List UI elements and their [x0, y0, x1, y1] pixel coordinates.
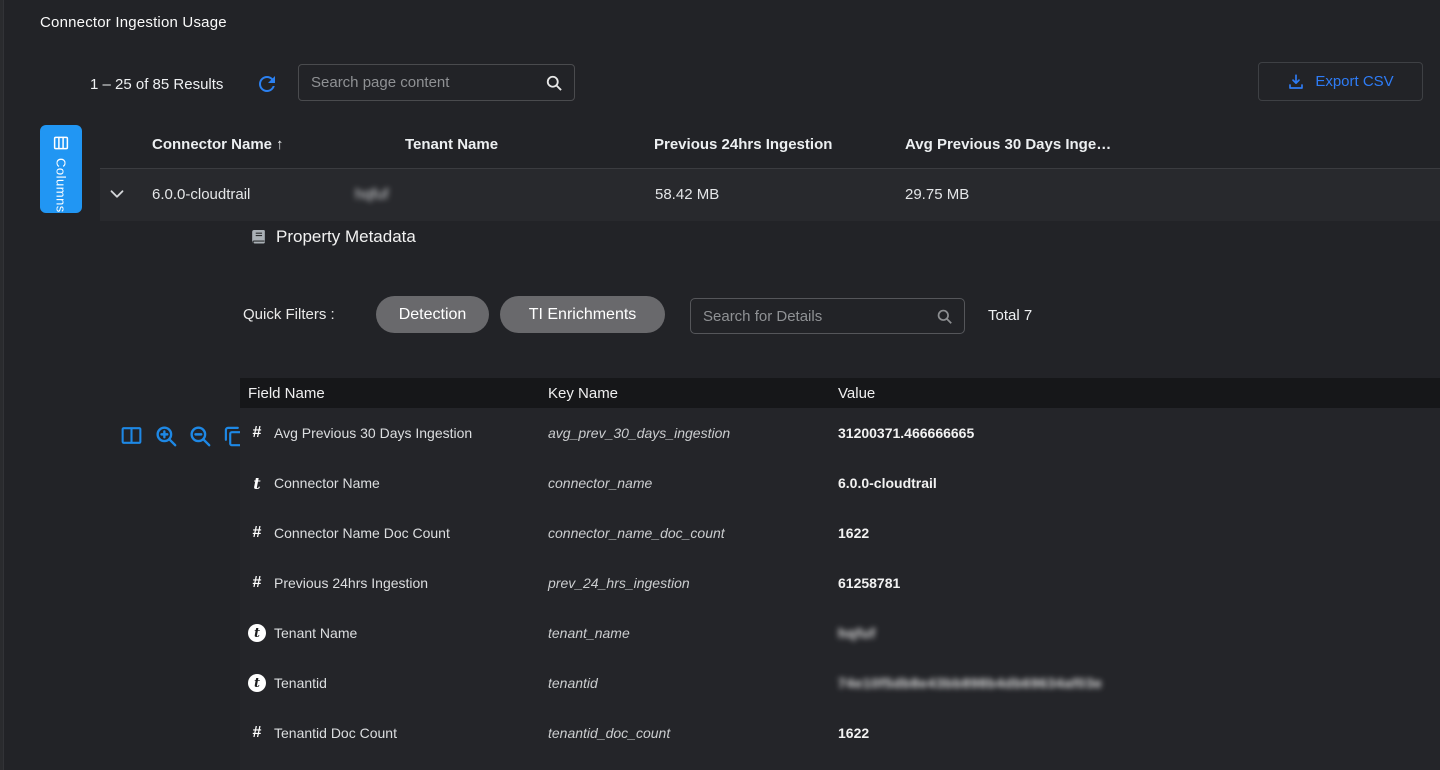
filter-detection-button[interactable]: Detection: [376, 296, 489, 333]
export-csv-label: Export CSV: [1315, 73, 1393, 90]
total-count: Total 7: [988, 307, 1032, 324]
zoom-in-button[interactable]: [152, 422, 179, 449]
number-type-icon: #: [248, 524, 266, 542]
metadata-toolbar: [118, 422, 247, 449]
metadata-row: # Connector Name Doc Count connector_nam…: [240, 508, 1440, 558]
split-columns-button[interactable]: [118, 422, 145, 449]
metadata-row: # Previous 24hrs Ingestion prev_24_hrs_i…: [240, 558, 1440, 608]
refresh-button[interactable]: [255, 72, 279, 96]
number-type-icon: #: [248, 724, 266, 742]
field-value: 31200371.466666665: [838, 425, 1440, 441]
key-name: connector_name: [548, 475, 838, 491]
page-search-input[interactable]: [299, 74, 544, 91]
cell-prev-24hrs-ingestion: 58.42 MB: [655, 186, 719, 203]
column-header-avg-30-days[interactable]: Avg Previous 30 Days Inge…: [905, 136, 1111, 153]
cell-tenant-name: hqfuf: [355, 186, 388, 203]
field-name: Connector Name Doc Count: [274, 525, 450, 541]
details-search-input[interactable]: [691, 308, 935, 325]
chevron-down-icon[interactable]: [106, 183, 128, 205]
key-name: tenantid: [548, 675, 838, 691]
key-name: tenant_name: [548, 625, 838, 641]
download-icon: [1287, 73, 1305, 91]
table-row[interactable]: 6.0.0-cloudtrail hqfuf 58.42 MB 29.75 MB: [100, 169, 1440, 221]
field-value: 1622: [838, 725, 1440, 741]
text-type-icon: t: [248, 474, 266, 492]
details-search: [690, 298, 965, 334]
header-field-name: Field Name: [248, 385, 548, 402]
property-metadata-section-title: Property Metadata: [249, 227, 416, 247]
results-count: 1 – 25 of 85 Results: [90, 76, 223, 93]
field-name: Previous 24hrs Ingestion: [274, 575, 428, 591]
connector-name-header-label: Connector Name: [152, 136, 272, 153]
metadata-row: t Tenantid tenantid 74e10f5db8e43bb898b4…: [240, 658, 1440, 708]
field-value: hqfuf: [838, 625, 1440, 641]
metadata-row: # Avg Previous 30 Days Ingestion avg_pre…: [240, 408, 1440, 458]
metadata-row: # Tenantid Doc Count tenantid_doc_count …: [240, 708, 1440, 758]
details-search-icon[interactable]: [935, 307, 954, 326]
column-header-prev-24hrs[interactable]: Previous 24hrs Ingestion: [654, 136, 832, 153]
search-icon[interactable]: [544, 73, 564, 93]
page-search: [298, 64, 575, 101]
field-value: 61258781: [838, 575, 1440, 591]
header-key-name: Key Name: [548, 385, 838, 402]
text-type-icon: t: [248, 624, 266, 642]
connector-ingestion-usage-page: Connector Ingestion Usage 1 – 25 of 85 R…: [0, 0, 1440, 770]
property-metadata-label: Property Metadata: [276, 227, 416, 247]
field-name: Tenant Name: [274, 625, 357, 641]
number-type-icon: #: [248, 424, 266, 442]
key-name: connector_name_doc_count: [548, 525, 838, 541]
field-name: Tenantid: [274, 675, 327, 691]
filter-ti-enrichments-button[interactable]: TI Enrichments: [500, 296, 665, 333]
field-value: 6.0.0-cloudtrail: [838, 475, 1440, 491]
field-value: 74e10f5db8e43bb898b4db69634af03e: [838, 675, 1440, 691]
key-name: prev_24_hrs_ingestion: [548, 575, 838, 591]
metadata-table-header: Field Name Key Name Value: [240, 378, 1440, 408]
column-header-connector-name[interactable]: Connector Name↑: [152, 136, 284, 153]
field-value: 1622: [838, 525, 1440, 541]
field-name: Connector Name: [274, 475, 380, 491]
cell-avg-30-days-ingestion: 29.75 MB: [905, 186, 969, 203]
number-type-icon: #: [248, 574, 266, 592]
sort-ascending-icon: ↑: [276, 136, 284, 153]
left-edge-strip: [0, 0, 4, 770]
export-csv-button[interactable]: Export CSV: [1258, 62, 1423, 101]
field-name: Avg Previous 30 Days Ingestion: [274, 425, 472, 441]
field-name: Tenantid Doc Count: [274, 725, 397, 741]
columns-grid-icon: [52, 134, 70, 152]
metadata-table-body: # Avg Previous 30 Days Ingestion avg_pre…: [240, 408, 1440, 758]
quick-filters-label: Quick Filters :: [243, 306, 335, 323]
property-metadata-table: Field Name Key Name Value # Avg Previous…: [240, 378, 1440, 770]
column-header-tenant-name[interactable]: Tenant Name: [405, 136, 498, 153]
key-name: tenantid_doc_count: [548, 725, 838, 741]
header-value: Value: [838, 385, 1440, 402]
text-type-icon: t: [248, 674, 266, 692]
zoom-out-button[interactable]: [186, 422, 213, 449]
metadata-row: t Tenant Name tenant_name hqfuf: [240, 608, 1440, 658]
key-name: avg_prev_30_days_ingestion: [548, 425, 838, 441]
metadata-row: t Connector Name connector_name 6.0.0-cl…: [240, 458, 1440, 508]
page-title: Connector Ingestion Usage: [40, 14, 227, 31]
columns-button[interactable]: Columns: [40, 125, 82, 213]
columns-button-label: Columns: [54, 158, 69, 213]
book-icon: [249, 228, 268, 247]
refresh-icon: [255, 72, 279, 96]
cell-connector-name: 6.0.0-cloudtrail: [152, 186, 250, 203]
